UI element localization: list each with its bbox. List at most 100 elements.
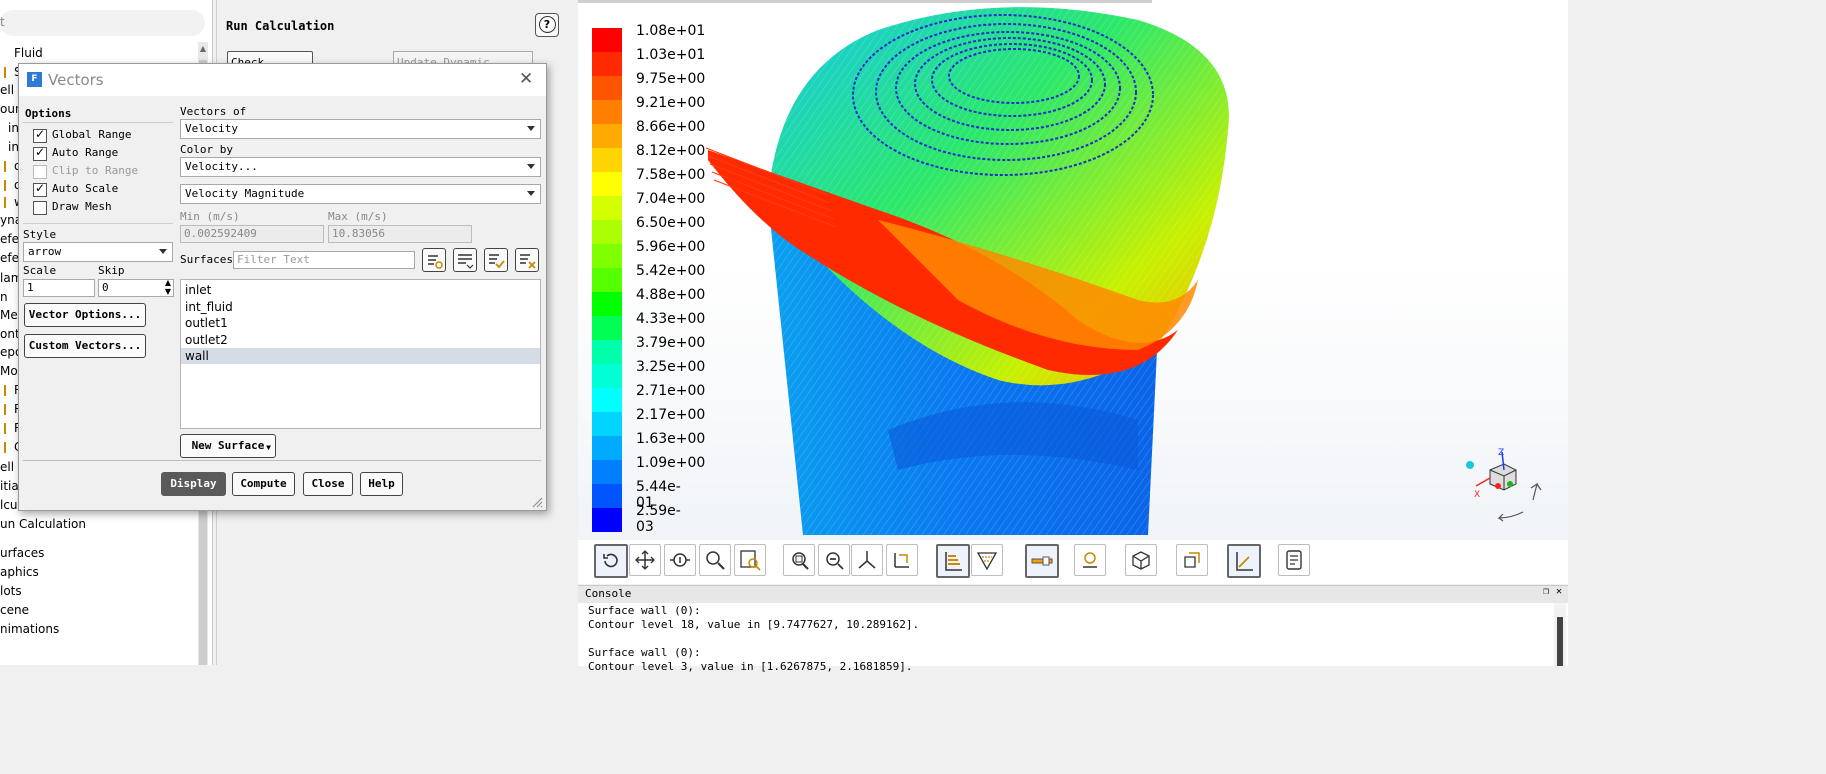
surface-list-item[interactable]: outlet2 [181,332,540,348]
surfaces-filter-input[interactable]: Filter Text [233,251,415,269]
svg-text:Z: Z [1498,448,1504,458]
tree-search-input[interactable]: t [0,10,205,36]
surface-list-item[interactable]: int_fluid [181,299,540,315]
help-button[interactable]: Help [360,472,403,496]
fluent-logo-icon: F [27,72,42,87]
report-icon[interactable] [1278,544,1310,576]
surface-list-item[interactable]: inlet [181,282,540,298]
surfaces-list[interactable]: inlet int_fluid outlet1 outlet2 wall [180,279,541,429]
axes-display-icon[interactable] [1227,544,1261,578]
vectors-of-select[interactable]: Velocity [180,119,541,139]
option-label: Clip to Range [52,164,139,177]
resize-grip-icon[interactable] [531,496,543,508]
filter-by-type-icon[interactable] [422,248,446,272]
custom-vectors-button[interactable]: Custom Vectors... [24,334,146,358]
mesh-display-icon[interactable] [971,544,1003,576]
deselect-all-icon[interactable] [515,248,539,272]
surface-name: outlet1 [185,316,228,330]
isometric-view-icon[interactable] [1125,544,1157,576]
tree-item[interactable]: efe [0,232,19,246]
vectors-of-label: Vectors of [180,105,247,118]
surface-group-icon[interactable] [453,248,477,272]
vectors-dialog: F Vectors ✕ Options Global Range Auto Ran… [18,63,547,511]
style-select[interactable]: arrow [23,242,173,262]
tree-item[interactable]: cene [0,603,29,617]
console-panel[interactable]: Console ❐ ✕ Surface wall (0): Contour lev… [578,585,1568,673]
scene-lighting-icon[interactable] [936,544,970,578]
new-surface-button[interactable]: New Surface ▼ [180,434,276,458]
max-field: 10.83056 [328,225,472,243]
tree-item[interactable]: urfaces [0,546,44,560]
graphics-window[interactable]: 1.08e+01 1.03e+01 9.75e+00 9.21e+00 8.66e+00… [578,0,1568,585]
color-by-subselect[interactable]: Velocity Magnitude [180,184,541,204]
orient-view-icon[interactable] [886,544,918,576]
style-value: arrow [28,245,62,258]
options-bottom-divider [23,223,173,224]
vector-options-button[interactable]: Vector Options... [24,303,146,327]
option-label: Draw Mesh [52,200,112,213]
display-button[interactable]: Display [161,472,226,496]
rotate-icon[interactable] [594,544,628,578]
tree-item[interactable]: aphics [0,565,39,579]
zoom-out-icon[interactable] [818,544,850,576]
tree-item[interactable]: n [0,290,8,304]
chevron-down-icon [527,191,535,196]
tree-node-icon [4,404,15,415]
color-by-value: Velocity... [185,160,258,173]
color-by-select[interactable]: Velocity... [180,157,541,177]
restore-icon[interactable]: ❐ [1543,586,1549,597]
tree-item[interactable]: lots [0,584,22,598]
console-scrollbar[interactable] [1554,603,1566,666]
tree-item[interactable]: un Calculation [0,517,86,531]
close-icon[interactable]: ✕ [1556,586,1562,597]
tree-item[interactable]: Fluid [14,46,43,60]
close-button[interactable]: Close [303,472,353,496]
chevron-down-icon [159,249,167,254]
option-checkbox[interactable] [33,181,47,197]
option-checkbox [33,165,47,179]
console-line: Contour level 3, value in [1.6267875, 2.… [588,660,913,673]
tree-node-icon [0,123,9,134]
console-scrollbar-thumb[interactable] [1557,617,1563,666]
min-label: Min (m/s) [180,210,240,223]
view-axis-icon[interactable] [851,544,883,576]
pan-icon[interactable] [629,544,661,576]
option-label: Auto Range [52,146,119,159]
skip-spinner[interactable]: 0 ▲ ▼ [98,278,174,297]
vector-field-plot[interactable]: Z X [578,0,1568,540]
scale-input[interactable]: 1 [23,279,95,297]
surface-list-item[interactable]: wall [181,348,540,364]
zoom-in-out-icon[interactable] [664,544,696,576]
help-button[interactable]: ? [535,13,559,37]
options-divider [23,122,173,123]
surfaces-label: Surfaces [180,253,233,266]
scroll-up-icon[interactable]: ▲ [198,44,208,56]
tree-node-icon [4,442,15,453]
surface-list-item[interactable]: outlet1 [181,315,540,331]
spinner-down-icon[interactable]: ▼ [165,287,171,296]
probe-icon[interactable] [1074,544,1106,576]
help-icon: ? [538,16,556,33]
dialog-titlebar[interactable]: F Vectors ✕ [19,64,546,96]
surface-name: int_fluid [185,299,233,314]
zoom-icon[interactable] [699,544,731,576]
transparency-slider-icon[interactable] [1025,544,1059,578]
color-by-sub-value: Velocity Magnitude [185,187,305,200]
zoom-to-area-icon[interactable] [734,544,766,576]
compute-button[interactable]: Compute [232,472,295,496]
close-icon[interactable]: ✕ [519,69,533,89]
surface-name: wall [185,349,209,363]
option-checkbox[interactable] [33,127,47,143]
option-checkbox[interactable] [33,201,47,215]
option-checkbox[interactable] [33,145,47,161]
skip-value: 0 [102,281,109,294]
options-title: Options [25,107,72,120]
select-all-icon[interactable] [484,248,508,272]
fit-to-window-icon[interactable] [783,544,815,576]
chevron-down-icon [527,126,535,131]
spinner-up-icon[interactable]: ▲ [165,278,171,287]
box-view-icon[interactable] [1176,544,1208,576]
tree-item[interactable]: ont [0,327,20,341]
tree-item[interactable]: nimations [0,622,59,636]
tree-item[interactable]: efe [0,251,19,265]
